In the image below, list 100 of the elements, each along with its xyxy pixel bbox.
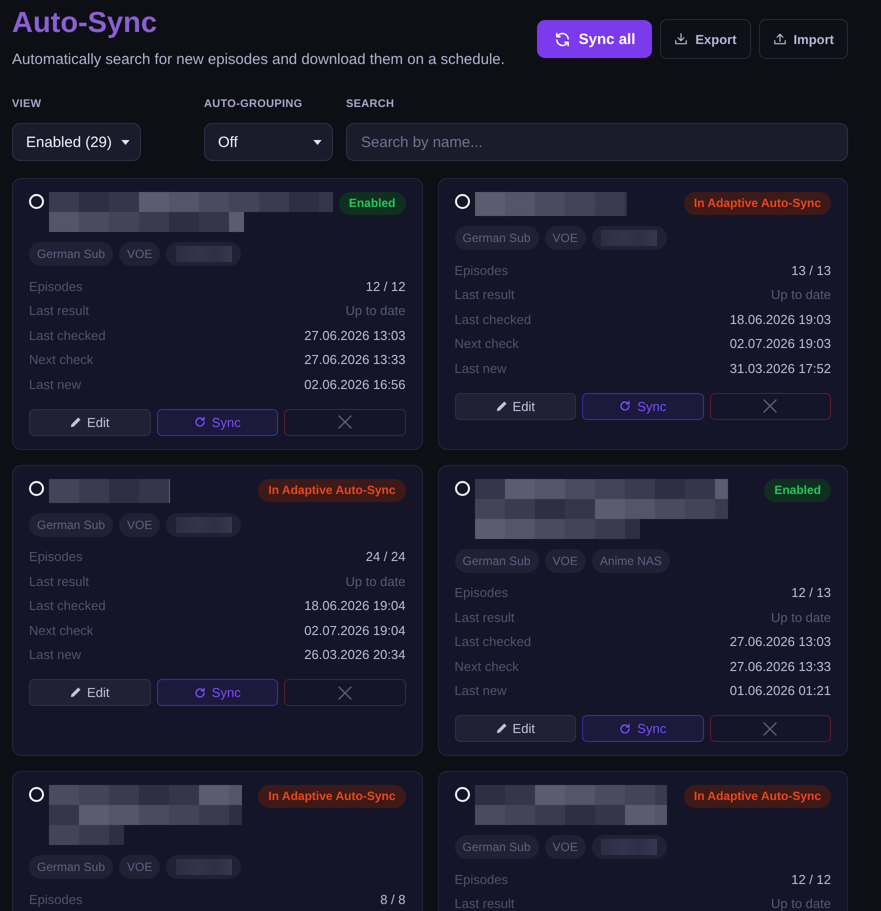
- search-field[interactable]: Search by name...: [346, 123, 848, 161]
- tag: VOE: [544, 835, 586, 859]
- page-title: Auto-Sync: [12, 6, 158, 41]
- stat-value: Up to date: [346, 303, 406, 318]
- edit-button[interactable]: Edit: [454, 392, 576, 420]
- stat-label: Last result: [454, 610, 514, 625]
- refresh-icon: [194, 416, 206, 428]
- status-badge: In Adaptive Auto-Sync: [684, 192, 831, 215]
- stat-label: Episodes: [454, 872, 508, 887]
- stat-value: 02.07.2026 19:03: [730, 336, 831, 352]
- tag: German Sub: [29, 855, 114, 879]
- sync-all-button[interactable]: Sync all: [536, 20, 652, 58]
- stat-label: Last checked: [454, 634, 532, 650]
- checkbox[interactable]: [454, 194, 470, 209]
- stat-label: Episodes: [454, 262, 508, 278]
- stat-value: Up to date: [771, 287, 831, 302]
- stat-value: Up to date: [771, 610, 831, 625]
- status-badge: In Adaptive Auto-Sync: [258, 785, 406, 808]
- status-badge: In Adaptive Auto-Sync: [684, 785, 831, 808]
- edit-button[interactable]: Edit: [29, 408, 150, 436]
- stat-value: 27.06.2026 13:33: [304, 352, 406, 368]
- stat-label: Last result: [29, 303, 89, 318]
- stat-value: Up to date: [346, 574, 406, 589]
- stat-label: Episodes: [29, 549, 82, 564]
- stat-label: Next check: [29, 622, 94, 638]
- filter-label: SEARCH: [346, 97, 396, 111]
- stat-value: 8 / 8: [380, 892, 406, 907]
- import-button[interactable]: Import: [758, 19, 848, 59]
- stat-label: Last checked: [29, 598, 106, 614]
- stat-value: 02.06.2026 16:56: [304, 376, 406, 392]
- stat-label: Last new: [454, 360, 507, 376]
- checkbox[interactable]: [29, 194, 44, 209]
- stat-label: Last result: [29, 574, 89, 589]
- stat-value: 13 / 13: [791, 262, 831, 278]
- pencil-icon: [496, 723, 507, 734]
- stat-value: 27.06.2026 13:03: [730, 634, 831, 650]
- stat-value: 18.06.2026 19:03: [730, 312, 831, 327]
- dropdown[interactable]: Off: [204, 123, 333, 161]
- tag: German Sub: [29, 512, 114, 536]
- stat-value: 12 / 12: [366, 278, 406, 294]
- edit-button[interactable]: Edit: [29, 679, 150, 706]
- tag: German Sub: [454, 835, 539, 859]
- caret-down-icon: [313, 140, 322, 144]
- status-badge: Enabled: [338, 192, 406, 215]
- stat-label: Last new: [29, 376, 82, 392]
- page-subtitle: Automatically search for new episodes and download them on a schedule.: [12, 51, 505, 69]
- stat-value: 01.06.2026 01:21: [730, 683, 831, 698]
- checkbox[interactable]: [29, 787, 44, 802]
- tag: German Sub: [454, 548, 539, 572]
- pencil-icon: [70, 416, 82, 428]
- dropdown[interactable]: Enabled (29): [12, 123, 141, 161]
- close-icon: [763, 722, 778, 736]
- tag: VOE: [544, 226, 586, 250]
- stat-value: 12 / 13: [791, 585, 831, 600]
- stat-value: Up to date: [771, 896, 831, 911]
- stat-value: 02.07.2026 19:04: [304, 622, 406, 638]
- stat-value: 31.03.2026 17:52: [730, 360, 831, 376]
- pencil-icon: [70, 687, 82, 698]
- refresh-icon: [194, 686, 206, 698]
- stat-label: Episodes: [29, 278, 82, 294]
- checkbox[interactable]: [29, 480, 44, 496]
- filter-label: VIEW: [12, 97, 42, 111]
- stat-value: 12 / 12: [791, 872, 831, 887]
- stat-label: Last checked: [29, 328, 106, 343]
- status-badge: Enabled: [764, 478, 831, 502]
- refresh-icon: [619, 722, 632, 734]
- refresh-icon: [619, 400, 632, 412]
- tag: VOE: [119, 242, 160, 266]
- stat-label: Episodes: [454, 585, 508, 600]
- refresh-icon: [554, 30, 571, 48]
- tag: Anime NAS: [592, 548, 670, 572]
- stat-label: Last checked: [454, 312, 532, 327]
- stat-value: 27.06.2026 13:03: [304, 328, 406, 343]
- stat-value: 27.06.2026 13:33: [730, 658, 831, 674]
- checkbox[interactable]: [454, 480, 470, 496]
- pencil-icon: [496, 400, 507, 412]
- status-badge: In Adaptive Auto-Sync: [258, 478, 406, 502]
- close-icon: [338, 415, 352, 429]
- stat-value: 26.03.2026 20:34: [304, 647, 406, 662]
- tag: German Sub: [29, 242, 114, 266]
- filter-label: AUTO-GROUPING: [204, 97, 304, 111]
- stat-label: Last result: [454, 287, 514, 302]
- tag: VOE: [119, 512, 160, 536]
- stat-label: Next check: [29, 352, 94, 368]
- stat-label: Last new: [454, 683, 507, 698]
- stat-label: Episodes: [29, 892, 82, 907]
- stat-value: 24 / 24: [366, 549, 406, 564]
- tag: VOE: [119, 855, 160, 879]
- stat-label: Last result: [454, 896, 514, 911]
- caret-down-icon: [121, 140, 130, 144]
- checkbox[interactable]: [454, 787, 470, 802]
- upload-icon: [772, 32, 787, 46]
- download-icon: [674, 32, 688, 46]
- export-button[interactable]: Export: [660, 19, 751, 59]
- tag: German Sub: [454, 226, 539, 250]
- stat-label: Next check: [454, 336, 519, 352]
- edit-button[interactable]: Edit: [454, 715, 576, 742]
- stat-label: Last new: [29, 647, 82, 662]
- tag: VOE: [544, 548, 586, 572]
- close-icon: [763, 399, 778, 413]
